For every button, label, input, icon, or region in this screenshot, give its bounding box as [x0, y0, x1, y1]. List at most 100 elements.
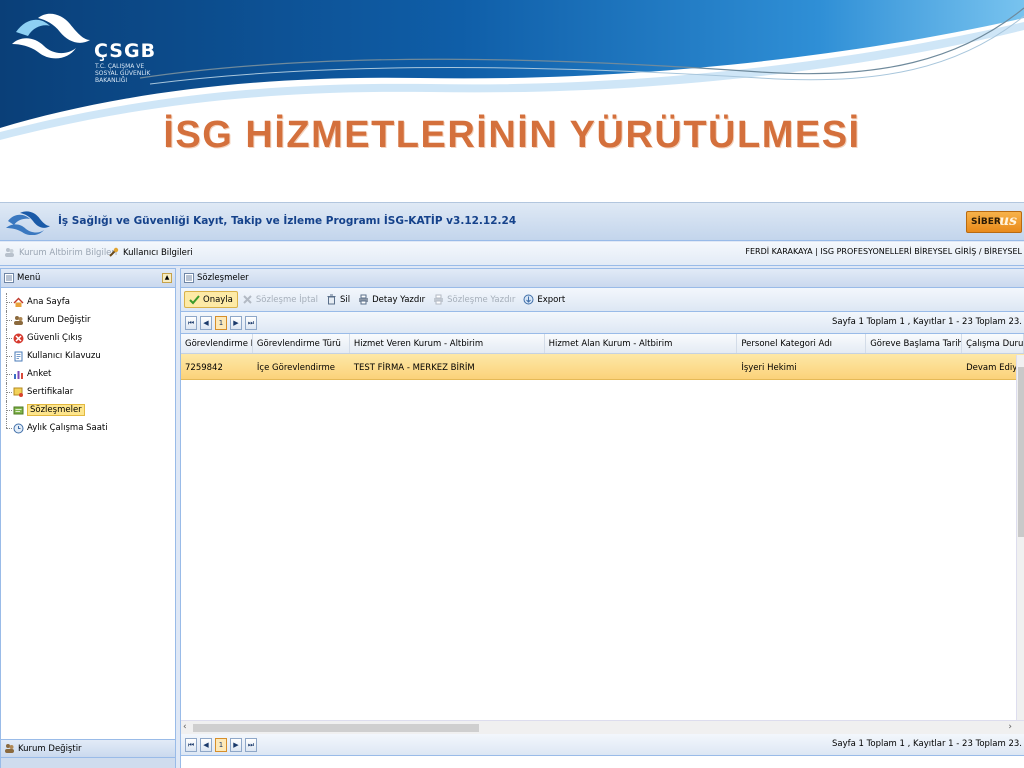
prev-page-button[interactable]: ◀: [200, 315, 212, 330]
menu-item-label: Aylık Çalışma Saati: [27, 423, 108, 433]
menu-item-anket[interactable]: Anket: [1, 365, 175, 383]
menu-item-sertifikalar[interactable]: Sertifikalar: [1, 383, 175, 401]
detay-yazdir-button[interactable]: Detay Yazdır: [354, 292, 429, 307]
user-bar: Kurum Altbirim Bilgileri Kullanıcı Bilgi…: [0, 242, 1024, 266]
menu-item-label: Sözleşmeler: [27, 404, 85, 416]
exit-icon: [13, 333, 24, 343]
app-logo-icon: [6, 211, 50, 235]
certificate-icon: [13, 387, 23, 397]
collapse-icon[interactable]: ▲: [162, 273, 172, 283]
first-page-button[interactable]: ⏮: [185, 315, 197, 330]
print-icon: [434, 294, 444, 305]
scroll-right-icon[interactable]: ›: [1008, 722, 1012, 732]
first-page-button[interactable]: ⏮: [185, 737, 197, 752]
onayla-button[interactable]: Onayla: [184, 291, 238, 308]
menu-tree: Ana Sayfa Kurum Değiştir Güvenli Çıkış K…: [1, 289, 175, 741]
users-icon: [5, 744, 14, 753]
kurum-altbirim-label: Kurum Altbirim Bilgileri: [19, 247, 118, 258]
contracts-panel-header: Sözleşmeler: [181, 269, 1024, 288]
column-header-hizmet-veren[interactable]: Hizmet Veren Kurum - Altbirim: [350, 334, 545, 353]
contracts-panel: Sözleşmeler Onayla Sözleşme İptal Sil De…: [180, 268, 1024, 768]
slide-title: İSG HİZMETLERİNİN YÜRÜTÜLMESİ: [163, 114, 861, 156]
export-button[interactable]: Export: [519, 292, 569, 307]
export-label: Export: [537, 294, 566, 305]
sozlesme-iptal-button[interactable]: Sözleşme İptal: [238, 292, 322, 307]
menu-item-label: Kurum Değiştir: [27, 315, 91, 325]
next-page-button[interactable]: ▶: [230, 737, 242, 752]
delete-icon: [327, 294, 336, 305]
app-window: İş Sağlığı ve Güvenliği Kayıt, Takip ve …: [0, 202, 1024, 768]
column-header-goreve-baslama[interactable]: Göreve Başlama Tarihi: [866, 334, 963, 353]
menu-item-label: Ana Sayfa: [27, 297, 70, 307]
scroll-left-icon[interactable]: ‹: [183, 722, 187, 732]
cell-goreve-baslama: [866, 354, 962, 379]
last-page-button[interactable]: ⏭: [245, 315, 257, 330]
kullanici-bilgileri-label: Kullanıcı Bilgileri: [123, 247, 193, 258]
prev-page-button[interactable]: ◀: [200, 737, 212, 752]
cell-gorevlendirme-id: 7259842: [185, 363, 223, 373]
current-page-button[interactable]: 1: [215, 737, 227, 752]
column-header-hizmet-alan[interactable]: Hizmet Alan Kurum - Altbirim: [545, 334, 738, 353]
kurum-degistir-tab[interactable]: Kurum Değiştir: [1, 740, 175, 758]
menu-item-kurum-degistir[interactable]: Kurum Değiştir: [1, 311, 175, 329]
sozlesme-yazdir-button[interactable]: Sözleşme Yazdır: [429, 292, 519, 307]
sozlesme-iptal-label: Sözleşme İptal: [255, 294, 318, 305]
contract-icon: [13, 406, 24, 414]
detay-yazdir-label: Detay Yazdır: [372, 294, 426, 305]
check-icon: [189, 295, 200, 305]
app-header: İş Sağlığı ve Güvenliği Kayıt, Takip ve …: [0, 203, 1024, 241]
column-header-personel-kategori[interactable]: Personel Kategori Adı: [737, 334, 867, 353]
user-info: FERDİ KARAKAYA | ISG PROFESYONELLERİ BİR…: [745, 247, 1022, 256]
next-page-button[interactable]: ▶: [230, 315, 242, 330]
column-header-gorevlendirme-id[interactable]: Görevlendirme ID: [181, 334, 253, 353]
cell-hizmet-alan: [545, 354, 738, 379]
left-bottom-bar: Kurum Değiştir: [1, 739, 175, 768]
contracts-grid: Görevlendirme ID Görevlendirme Türü Hizm…: [181, 334, 1024, 720]
sil-label: Sil: [340, 294, 351, 305]
brand-right-text: us: [999, 213, 1018, 229]
kullanici-bilgileri-link[interactable]: Kullanıcı Bilgileri: [108, 247, 193, 258]
pager-bottom: ⏮ ◀ 1 ▶ ⏭ Sayfa 1 Toplam 1 , Kayıtlar 1 …: [181, 734, 1024, 756]
onayla-label: Onayla: [203, 294, 233, 305]
sil-button[interactable]: Sil: [322, 292, 354, 307]
cell-gorevlendirme-turu: İçe Görevlendirme: [256, 363, 335, 373]
menu-item-label: Sertifikalar: [27, 387, 74, 397]
menu-item-label: Anket: [27, 369, 52, 379]
pager-info-bottom: Sayfa 1 Toplam 1 , Kayıtlar 1 - 23 Topla…: [832, 739, 1022, 749]
contracts-panel-title: Sözleşmeler: [197, 273, 249, 283]
column-header-gorevlendirme-turu[interactable]: Görevlendirme Türü: [253, 334, 350, 353]
vertical-scrollbar[interactable]: [1016, 355, 1024, 720]
menu-item-aylik-calisma-saati[interactable]: Aylık Çalışma Saati: [1, 419, 175, 437]
kurum-altbirim-link[interactable]: Kurum Altbirim Bilgileri: [4, 247, 117, 258]
horizontal-scrollbar[interactable]: ‹ ›: [181, 720, 1024, 734]
horizontal-scroll-thumb[interactable]: [193, 724, 479, 732]
tools-icon: [109, 247, 119, 257]
menu-panel: Menü ▲ Ana Sayfa Kurum Değiştir Güvenli …: [0, 268, 176, 768]
current-page-button[interactable]: 1: [215, 315, 227, 330]
book-icon: [14, 351, 23, 361]
sozlesme-yazdir-label: Sözleşme Yazdır: [447, 294, 516, 305]
vertical-scroll-thumb[interactable]: [1018, 367, 1024, 537]
csgb-logo-icon: [12, 13, 90, 59]
column-header-calisma-durum[interactable]: Çalışma Durum: [962, 334, 1024, 353]
table-row[interactable]: 7259842 İçe Görevlendirme TEST FİRMA - M…: [181, 354, 1024, 380]
app-title: İş Sağlığı ve Güvenliği Kayıt, Takip ve …: [58, 215, 517, 227]
contracts-toolbar: Onayla Sözleşme İptal Sil Detay Yazdır S…: [181, 288, 1024, 312]
menu-item-ana-sayfa[interactable]: Ana Sayfa: [1, 293, 175, 311]
menu-icon: [4, 273, 14, 283]
last-page-button[interactable]: ⏭: [245, 737, 257, 752]
logo-wordmark: ÇSGB: [94, 40, 157, 62]
pager-top: ⏮ ◀ 1 ▶ ⏭ Sayfa 1 Toplam 1 , Kayıtlar 1 …: [181, 312, 1024, 334]
menu-item-label: Kullanıcı Kılavuzu: [27, 351, 101, 361]
clock-icon: [13, 423, 24, 433]
siber-brand-logo: SİBER us: [966, 211, 1022, 233]
export-icon: [523, 294, 534, 305]
menu-item-kullanici-kilavuzu[interactable]: Kullanıcı Kılavuzu: [1, 347, 175, 365]
grid-header-row: Görevlendirme ID Görevlendirme Türü Hizm…: [181, 334, 1024, 354]
chart-icon: [14, 370, 23, 379]
print-icon: [359, 294, 369, 305]
menu-item-sozlesmeler[interactable]: Sözleşmeler: [1, 401, 175, 419]
menu-item-label: Güvenli Çıkış: [27, 333, 83, 343]
menu-item-guvenli-cikis[interactable]: Güvenli Çıkış: [1, 329, 175, 347]
kurum-degistir-tab-label: Kurum Değiştir: [18, 743, 82, 754]
